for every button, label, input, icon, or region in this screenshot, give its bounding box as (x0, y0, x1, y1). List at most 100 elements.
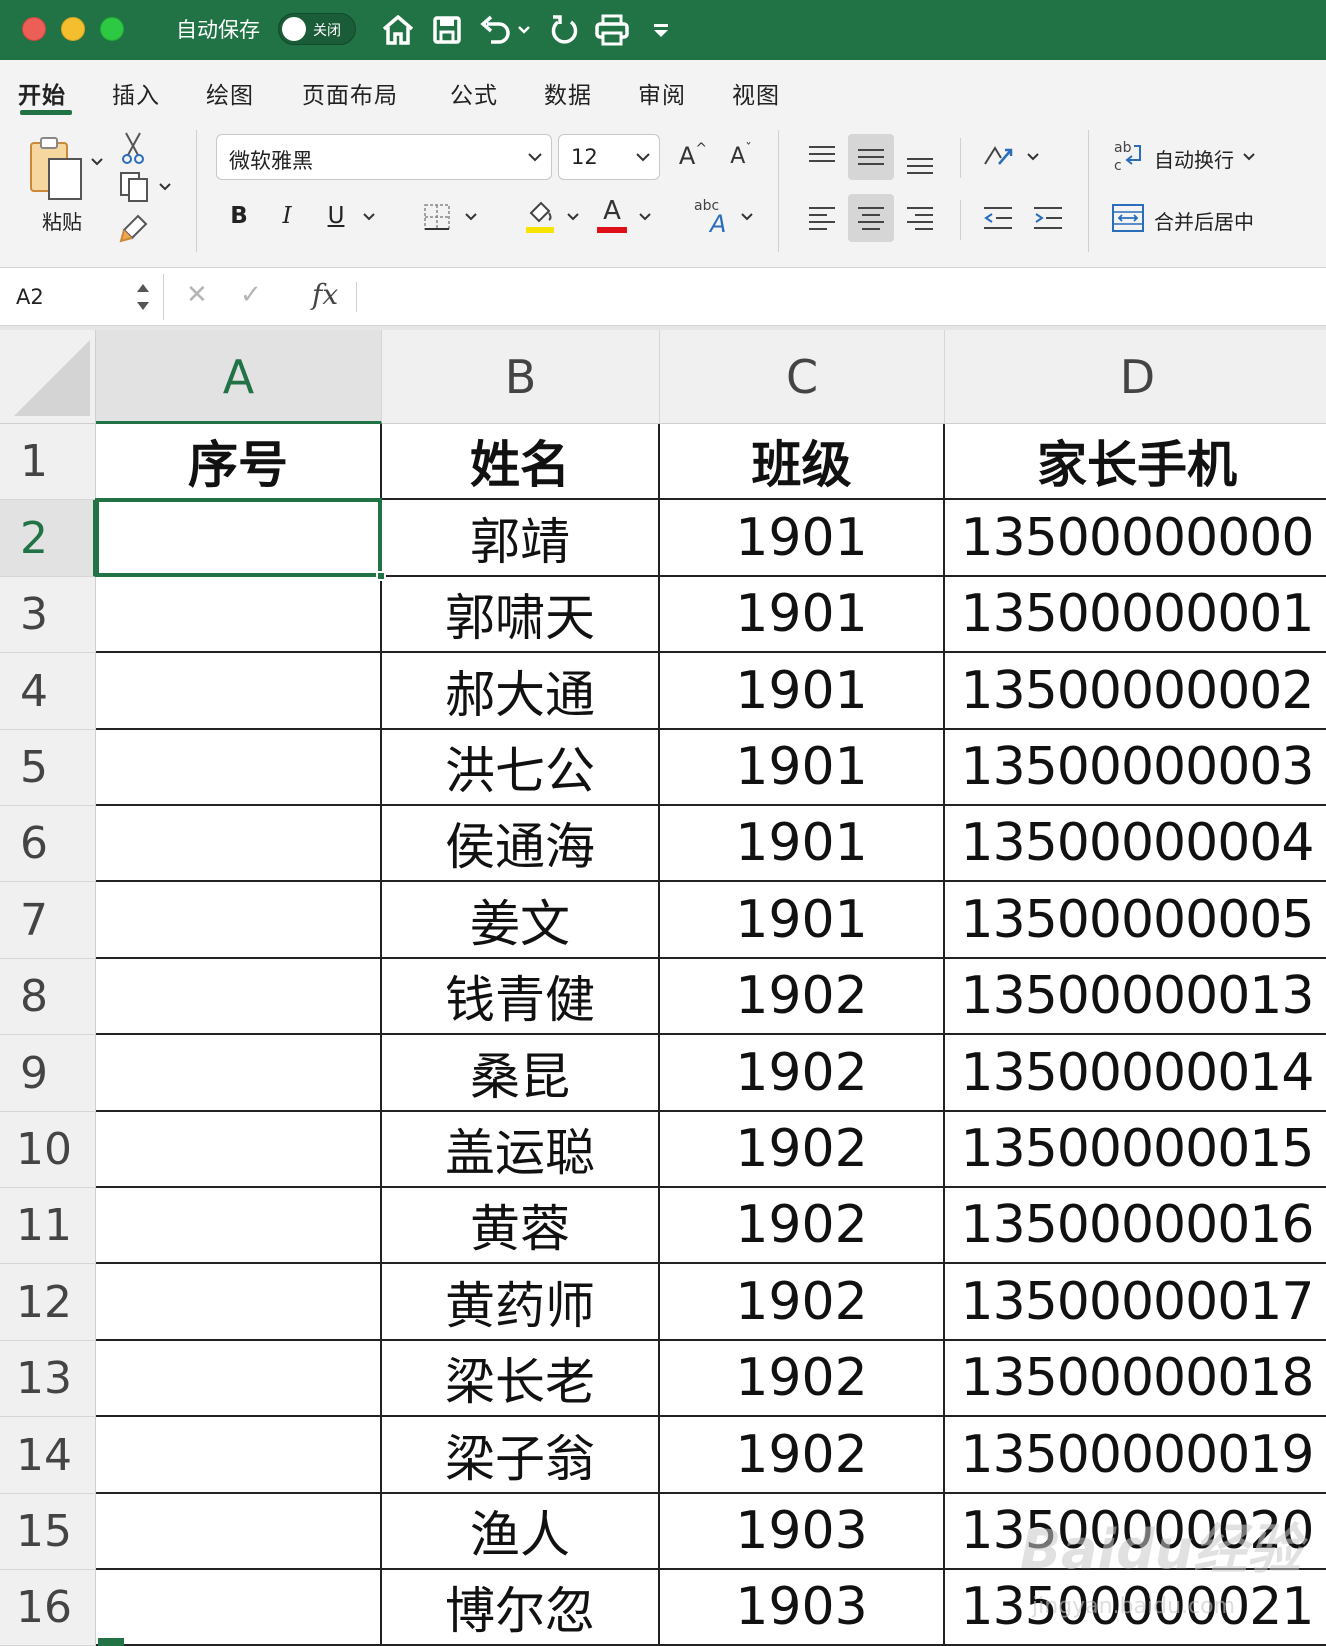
cancel-formula-button[interactable]: ✕ (186, 280, 208, 310)
row-header-6[interactable]: 6 (0, 806, 96, 882)
row-header-1[interactable]: 1 (0, 424, 96, 500)
column-header-d[interactable]: D (945, 330, 1326, 424)
phonetic-guide-button[interactable]: abc A (694, 196, 734, 238)
cell-a15[interactable] (96, 1494, 382, 1570)
underline-chevron-icon[interactable] (360, 210, 378, 224)
home-icon[interactable] (378, 10, 418, 50)
tab-draw[interactable]: 绘图 (206, 76, 254, 110)
cell-d11[interactable]: 13500000016 (945, 1188, 1326, 1264)
cell-b16[interactable]: 博尔忽 (382, 1570, 660, 1646)
cell-d14[interactable]: 13500000019 (945, 1417, 1326, 1494)
cell-a8[interactable] (96, 959, 382, 1035)
cell-c9[interactable]: 1902 (660, 1035, 945, 1112)
redo-icon[interactable] (546, 10, 582, 50)
format-painter-icon[interactable] (116, 210, 152, 246)
cell-c11[interactable]: 1902 (660, 1188, 945, 1264)
grow-font-button[interactable]: A ^ (676, 138, 710, 174)
cell-a16[interactable] (96, 1570, 382, 1646)
cell-c12[interactable]: 1902 (660, 1264, 945, 1341)
cell-b11[interactable]: 黄蓉 (382, 1188, 660, 1264)
row-header-2[interactable]: 2 (0, 500, 96, 577)
cell-b4[interactable]: 郝大通 (382, 653, 660, 730)
cell-b13[interactable]: 梁长老 (382, 1341, 660, 1417)
column-header-c[interactable]: C (660, 330, 945, 424)
align-center-icon[interactable] (848, 194, 894, 242)
row-header-5[interactable]: 5 (0, 730, 96, 806)
align-top-icon[interactable] (800, 134, 844, 178)
cell-d13[interactable]: 13500000018 (945, 1341, 1326, 1417)
copy-dropdown-chevron-icon[interactable] (156, 178, 174, 196)
cell-d8[interactable]: 13500000013 (945, 959, 1326, 1035)
fill-color-icon[interactable] (522, 196, 558, 236)
cell-a4[interactable] (96, 653, 382, 730)
cell-b9[interactable]: 桑昆 (382, 1035, 660, 1112)
cell-b14[interactable]: 梁子翁 (382, 1417, 660, 1494)
cell-a5[interactable] (96, 730, 382, 806)
copy-icon[interactable] (114, 168, 154, 204)
cell-c3[interactable]: 1901 (660, 577, 945, 653)
cell-a12[interactable] (96, 1264, 382, 1341)
phonetic-chevron-icon[interactable] (738, 210, 756, 224)
select-all-corner[interactable] (0, 330, 96, 424)
row-header-11[interactable]: 11 (0, 1188, 96, 1264)
cell-a3[interactable] (96, 577, 382, 653)
cell-a10[interactable] (96, 1112, 382, 1188)
cell-c13[interactable]: 1902 (660, 1341, 945, 1417)
cell-b7[interactable]: 姜文 (382, 882, 660, 959)
italic-button[interactable]: I (274, 198, 300, 234)
cell-a6[interactable] (96, 806, 382, 882)
increase-indent-icon[interactable] (1026, 196, 1070, 240)
bold-button[interactable]: B (226, 198, 252, 234)
undo-icon[interactable] (474, 10, 536, 50)
orientation-icon[interactable] (978, 136, 1018, 176)
cell-b1[interactable]: 姓名 (382, 424, 660, 500)
row-header-13[interactable]: 13 (0, 1341, 96, 1417)
wrap-text-chevron-icon[interactable] (1240, 150, 1258, 164)
merge-center-icon[interactable] (1108, 198, 1148, 238)
save-icon[interactable] (428, 10, 466, 50)
cell-a13[interactable] (96, 1341, 382, 1417)
cell-d1[interactable]: 家长手机 (945, 424, 1326, 500)
cell-d4[interactable]: 13500000002 (945, 653, 1326, 730)
cell-d9[interactable]: 13500000014 (945, 1035, 1326, 1112)
window-maximize-button[interactable] (100, 17, 124, 41)
enter-formula-button[interactable]: ✓ (240, 280, 262, 310)
cell-c6[interactable]: 1901 (660, 806, 945, 882)
row-header-7[interactable]: 7 (0, 882, 96, 959)
cell-c4[interactable]: 1901 (660, 653, 945, 730)
align-middle-icon[interactable] (848, 134, 894, 180)
tab-review[interactable]: 审阅 (638, 76, 686, 110)
row-header-12[interactable]: 12 (0, 1264, 96, 1341)
cell-c1[interactable]: 班级 (660, 424, 945, 500)
row-header-10[interactable]: 10 (0, 1112, 96, 1188)
cell-b15[interactable]: 渔人 (382, 1494, 660, 1570)
cell-a1[interactable]: 序号 (96, 424, 382, 500)
cell-d7[interactable]: 13500000005 (945, 882, 1326, 959)
name-box[interactable]: A2 (0, 274, 164, 320)
cell-b3[interactable]: 郭啸天 (382, 577, 660, 653)
tab-home[interactable]: 开始 (18, 76, 66, 110)
insert-function-button[interactable]: fx (312, 278, 338, 311)
cell-b5[interactable]: 洪七公 (382, 730, 660, 806)
cut-icon[interactable] (118, 130, 148, 166)
cell-b8[interactable]: 钱青健 (382, 959, 660, 1035)
column-header-b[interactable]: B (382, 330, 660, 424)
row-header-4[interactable]: 4 (0, 653, 96, 730)
cell-c2[interactable]: 1901 (660, 500, 945, 577)
cell-c5[interactable]: 1901 (660, 730, 945, 806)
align-bottom-icon[interactable] (898, 142, 942, 186)
row-header-14[interactable]: 14 (0, 1417, 96, 1494)
cell-c10[interactable]: 1902 (660, 1112, 945, 1188)
cell-d3[interactable]: 13500000001 (945, 577, 1326, 653)
tab-data[interactable]: 数据 (544, 76, 592, 110)
cell-c7[interactable]: 1901 (660, 882, 945, 959)
font-color-button[interactable]: A (594, 194, 630, 236)
customize-icon[interactable] (648, 10, 674, 50)
merge-center-label[interactable]: 合并后居中 (1154, 206, 1254, 235)
cell-d2[interactable]: 13500000000 (945, 500, 1326, 577)
cell-c14[interactable]: 1902 (660, 1417, 945, 1494)
cell-a7[interactable] (96, 882, 382, 959)
paste-icon[interactable] (24, 134, 88, 202)
autosave-toggle[interactable]: 关闭 (278, 13, 356, 45)
active-cell-a2[interactable] (95, 498, 382, 577)
